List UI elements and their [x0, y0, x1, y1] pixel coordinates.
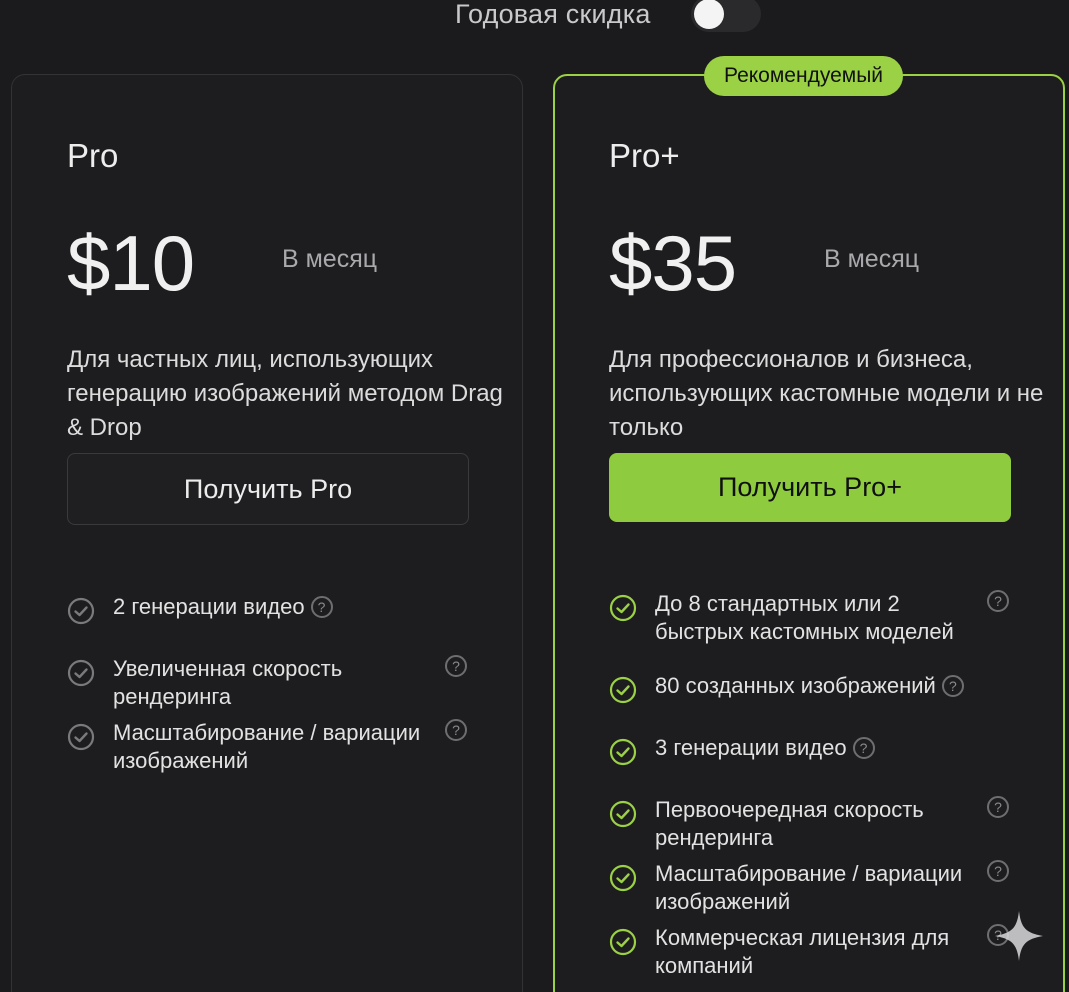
- annual-discount-row: Годовая скидка: [455, 0, 761, 34]
- feature-item: Коммерческая лицензия для компаний ?: [609, 924, 1014, 980]
- pricing-page: Годовая скидка Pro $10 В месяц Для частн…: [0, 0, 1069, 992]
- check-circle-icon: [67, 659, 95, 687]
- check-circle-icon: [609, 864, 637, 892]
- feature-text: Коммерческая лицензия для компаний: [655, 925, 950, 978]
- plan-description: Для профессионалов и бизнеса, использующ…: [609, 346, 1044, 441]
- feature-list: 2 генерации видео? Увеличенная скорость …: [67, 593, 472, 775]
- feature-item: Первоочередная скорость рендеринга ?: [609, 796, 1014, 852]
- feature-text: Масштабирование / вариации изображений: [113, 720, 421, 773]
- plan-name: Pro+: [609, 137, 680, 174]
- feature-item: 80 созданных изображений?: [609, 672, 1014, 704]
- plan-period: В месяц: [282, 245, 378, 273]
- question-circle-icon[interactable]: ?: [987, 590, 1009, 612]
- plan-card-proplus: Рекомендуемый Pro+ $35 В месяц Для профе…: [553, 56, 1065, 992]
- feature-item: Масштабирование / вариации изображений ?: [67, 719, 472, 775]
- plan-price: $35: [609, 219, 737, 307]
- toggle-knob: [694, 0, 724, 29]
- check-circle-icon: [609, 800, 637, 828]
- feature-text: Увеличенная скорость рендеринга: [113, 656, 343, 709]
- plan-card-pro: Pro $10 В месяц Для частных лиц, использ…: [11, 74, 523, 992]
- check-circle-icon: [609, 928, 637, 956]
- check-circle-icon: [609, 594, 637, 622]
- question-circle-icon[interactable]: ?: [987, 796, 1009, 818]
- plan-price: $10: [67, 219, 195, 307]
- plan-description: Для частных лиц, использующих генерацию …: [67, 346, 503, 441]
- recommended-badge: Рекомендуемый: [704, 56, 904, 96]
- check-circle-icon: [67, 723, 95, 751]
- feature-text: Масштабирование / вариации изображений: [655, 861, 963, 914]
- question-circle-icon[interactable]: ?: [445, 719, 467, 741]
- plan-period: В месяц: [824, 245, 920, 273]
- feature-item: До 8 стандартных или 2 быстрых кастомных…: [609, 590, 1014, 646]
- feature-list: До 8 стандартных или 2 быстрых кастомных…: [609, 590, 1014, 980]
- question-circle-icon[interactable]: ?: [445, 655, 467, 677]
- annual-discount-label: Годовая скидка: [455, 0, 651, 29]
- question-circle-icon[interactable]: ?: [987, 860, 1009, 882]
- feature-item: Увеличенная скорость рендеринга ?: [67, 655, 472, 711]
- check-circle-icon: [609, 738, 637, 766]
- get-pro-button[interactable]: Получить Pro: [67, 453, 469, 525]
- feature-text: 3 генерации видео: [655, 735, 847, 760]
- feature-item: 3 генерации видео?: [609, 734, 1014, 766]
- feature-item: 2 генерации видео?: [67, 593, 472, 625]
- feature-text: Первоочередная скорость рендеринга: [655, 797, 924, 850]
- feature-text: 80 созданных изображений: [655, 673, 936, 698]
- question-circle-icon[interactable]: ?: [852, 737, 875, 759]
- feature-item: Масштабирование / вариации изображений ?: [609, 860, 1014, 916]
- question-circle-icon[interactable]: ?: [941, 675, 964, 697]
- get-proplus-button[interactable]: Получить Pro+: [609, 453, 1011, 522]
- feature-text: 2 генерации видео: [113, 594, 305, 619]
- sparkle-icon: [995, 911, 1043, 961]
- check-circle-icon: [67, 597, 95, 625]
- check-circle-icon: [609, 676, 637, 704]
- feature-text: До 8 стандартных или 2 быстрых кастомных…: [655, 591, 954, 644]
- annual-discount-toggle[interactable]: [691, 0, 761, 32]
- question-circle-icon[interactable]: ?: [310, 596, 333, 618]
- plan-name: Pro: [67, 137, 119, 174]
